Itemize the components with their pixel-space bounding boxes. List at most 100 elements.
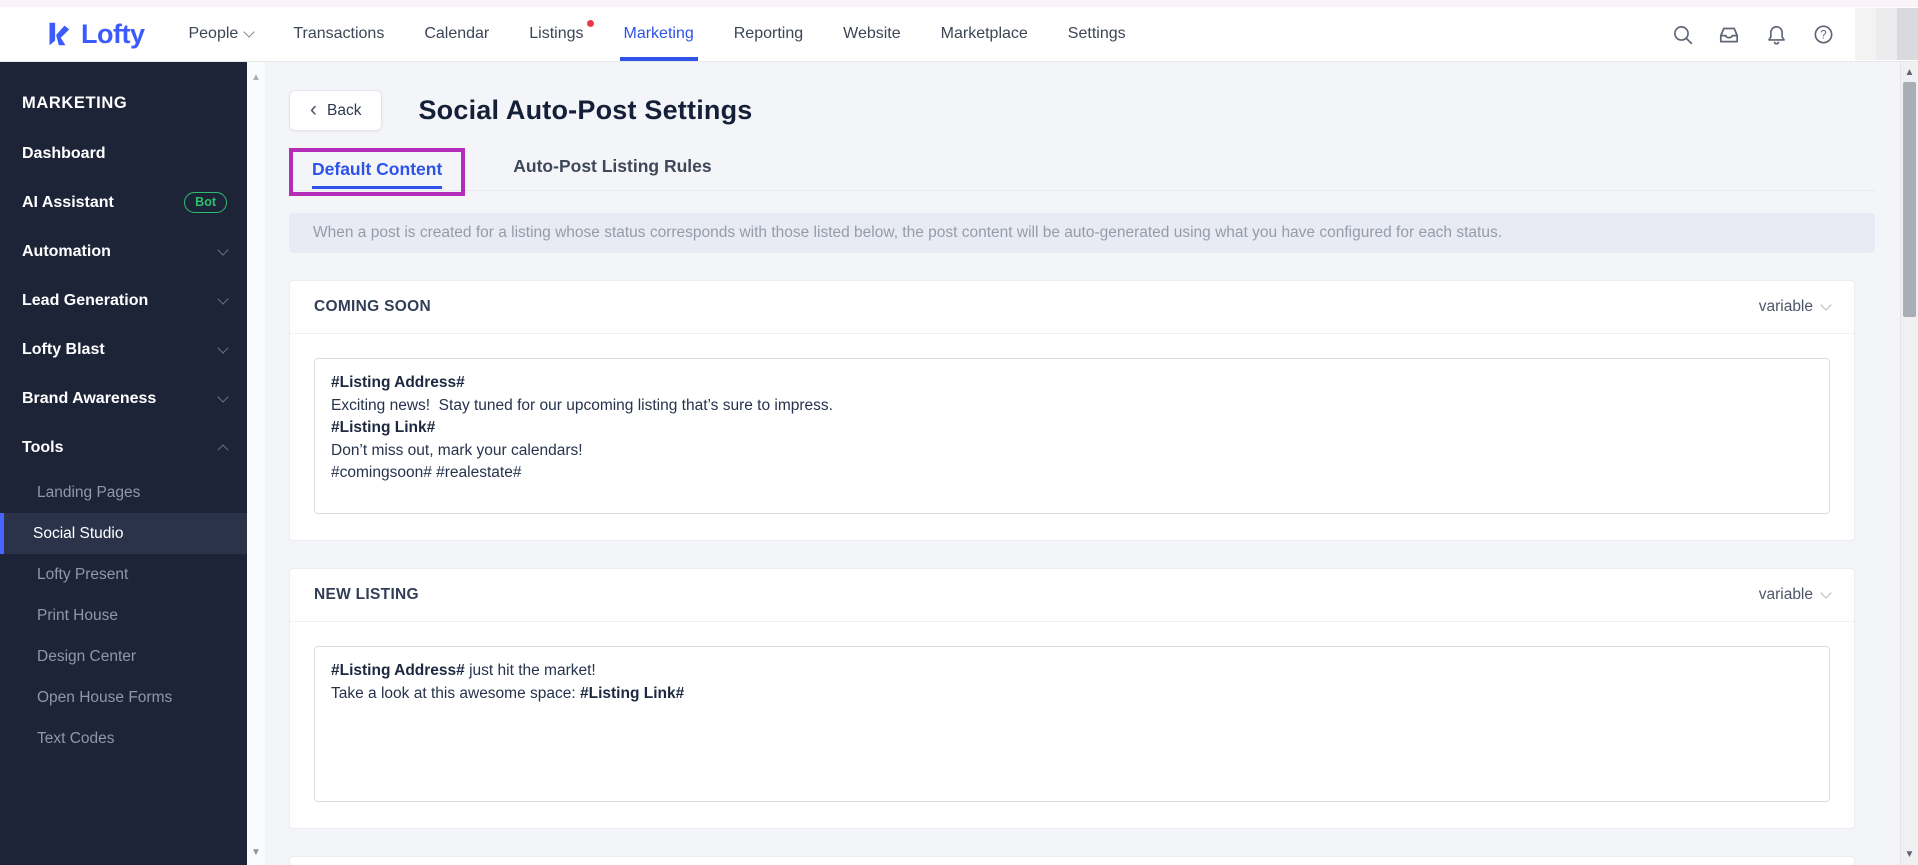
card-header: COMING SOON variable <box>290 281 1854 334</box>
sidebar-subitem-label: Social Studio <box>33 524 124 542</box>
chevron-down-icon <box>217 341 229 354</box>
content-left-scrollbar[interactable]: ▲ ▼ <box>247 62 265 865</box>
sidebar-item-lofty-blast[interactable]: Lofty Blast <box>0 325 247 374</box>
search-icon[interactable] <box>1670 22 1694 46</box>
tabs: Default Content Auto-Post Listing Rules <box>289 143 1875 196</box>
sidebar-item-label: Lofty Blast <box>22 340 105 358</box>
info-banner: When a post is created for a listing who… <box>289 213 1875 253</box>
card-title: NEW LISTING <box>314 586 419 603</box>
sidebar-item-dashboard[interactable]: Dashboard <box>0 129 247 178</box>
nav-label: Marketing <box>623 25 694 42</box>
sidebar-item-tools[interactable]: Tools <box>0 423 247 472</box>
nav-marketing[interactable]: Marketing <box>619 7 699 61</box>
sidebar-item-label: Dashboard <box>22 144 106 162</box>
inbox-icon[interactable] <box>1717 22 1741 46</box>
sidebar-item-lofty-present[interactable]: Lofty Present <box>0 554 247 595</box>
back-button-label: Back <box>327 101 362 119</box>
scrollbar-thumb[interactable] <box>1903 82 1916 317</box>
nav-reporting[interactable]: Reporting <box>734 7 803 61</box>
nav-label: Website <box>843 25 901 42</box>
sidebar-item-automation[interactable]: Automation <box>0 227 247 276</box>
sidebar-item-open-house-forms[interactable]: Open House Forms <box>0 677 247 718</box>
nav-settings[interactable]: Settings <box>1068 7 1126 61</box>
post-content-line: Don’t miss out, mark your calendars! <box>331 440 1813 463</box>
chevron-down-icon <box>217 243 229 256</box>
post-content-textarea[interactable]: #Listing Address# just hit the market! Ta… <box>314 646 1830 802</box>
post-content-line: Take a look at this awesome space: #List… <box>331 683 1813 706</box>
bell-icon[interactable] <box>1764 22 1788 46</box>
sidebar-item-lead-generation[interactable]: Lead Generation <box>0 276 247 325</box>
back-button[interactable]: ‹ Back <box>289 90 383 131</box>
post-content-textarea[interactable]: #Listing Address# Exciting news! Stay tun… <box>314 358 1830 514</box>
nav-transactions[interactable]: Transactions <box>293 7 384 61</box>
scroll-down-icon[interactable]: ▼ <box>1901 846 1918 863</box>
card-title: COMING SOON <box>314 298 431 315</box>
post-content-line: #Listing Address# just hit the market! <box>331 660 1813 683</box>
chevron-down-icon <box>1820 587 1832 599</box>
post-text: #comingsoon# #realestate# <box>331 464 522 481</box>
nav-marketplace[interactable]: Marketplace <box>941 7 1028 61</box>
sidebar-item-label: Brand Awareness <box>22 389 157 407</box>
tab-default-content[interactable]: Default Content <box>312 159 443 189</box>
sidebar-item-brand-awareness[interactable]: Brand Awareness <box>0 374 247 423</box>
notification-dot <box>586 20 594 27</box>
lofty-logo-icon <box>49 22 70 46</box>
sidebar-item-label: Tools <box>22 438 64 456</box>
sidebar-item-label: AI Assistant <box>22 193 114 211</box>
card-body: #Listing Address# just hit the market! Ta… <box>290 622 1854 828</box>
sidebar-subitem-label: Print House <box>37 606 118 624</box>
card-coming-soon: COMING SOON variable #Listing Address# Exci… <box>289 280 1855 541</box>
merge-variable: #Listing Link# <box>331 419 436 436</box>
merge-variable: #Listing Link# <box>580 684 685 702</box>
sidebar-item-design-center[interactable]: Design Center <box>0 636 247 677</box>
post-content-line: Exciting news! Stay tuned for our upcomi… <box>331 395 1813 418</box>
variable-dropdown-label: variable <box>1758 298 1813 315</box>
post-text: Exciting news! Stay tuned for our upcomi… <box>331 396 833 414</box>
sidebar-items: Dashboard AI Assistant Bot Automation Lead G… <box>0 129 247 759</box>
page-scrollbar[interactable]: ▲ ▼ <box>1900 62 1918 865</box>
sidebar: MARKETING Dashboard AI Assistant Bot Automa… <box>0 62 247 865</box>
help-icon[interactable]: ? <box>1811 22 1835 46</box>
variable-dropdown[interactable]: variable <box>1758 298 1832 316</box>
chevron-down-icon <box>1820 299 1832 311</box>
sidebar-item-social-studio[interactable]: Social Studio <box>0 513 247 554</box>
top-edge-strip <box>0 0 1918 7</box>
sidebar-item-ai-assistant[interactable]: AI Assistant Bot <box>0 178 247 227</box>
lofty-logo[interactable]: Lofty <box>42 7 145 61</box>
chevron-down-icon <box>217 390 229 403</box>
nav-label: Settings <box>1067 25 1126 42</box>
variable-dropdown[interactable]: variable <box>1759 586 1832 604</box>
nav-label: Listings <box>529 25 584 42</box>
post-content-line: #comingsoon# #realestate# <box>331 462 1813 485</box>
sidebar-subitem-label: Design Center <box>37 647 137 665</box>
sidebar-item-print-house[interactable]: Print House <box>0 595 247 636</box>
nav-people[interactable]: People <box>188 7 255 61</box>
post-text: Don’t miss out, mark your calendars! <box>331 441 583 459</box>
sidebar-item-label: Automation <box>22 242 111 260</box>
merge-variable: #Listing Address# <box>331 374 465 391</box>
sidebar-item-text-codes[interactable]: Text Codes <box>0 718 247 759</box>
nav-label: Reporting <box>733 25 804 42</box>
nav-label: People <box>188 25 239 42</box>
scroll-up-icon[interactable]: ▲ <box>1901 64 1918 81</box>
post-content-line: #Listing Link# <box>331 417 1813 440</box>
chevron-down-icon <box>243 26 255 38</box>
bot-badge: Bot <box>184 192 227 213</box>
svg-text:?: ? <box>1820 29 1826 41</box>
post-content-line: #Listing Address# <box>331 372 1813 395</box>
main-nav: People Transactions Calendar Listings Market… <box>188 7 1126 61</box>
card-header: NEW LISTING variable <box>290 569 1854 622</box>
sidebar-item-landing-pages[interactable]: Landing Pages <box>0 472 247 513</box>
merge-variable: #Listing Address# <box>331 662 465 679</box>
scroll-down-icon[interactable]: ▼ <box>247 845 265 861</box>
nav-listings[interactable]: Listings <box>529 7 594 61</box>
post-text: Take a look at this awesome space: <box>331 684 580 702</box>
card-new-listing: NEW LISTING variable #Listing Address# jus… <box>289 568 1855 829</box>
scroll-up-icon[interactable]: ▲ <box>247 70 265 86</box>
browser-artifact-blocks <box>1855 8 1918 60</box>
tab-auto-post-listing-rules[interactable]: Auto-Post Listing Rules <box>513 156 711 177</box>
nav-website[interactable]: Website <box>843 7 901 61</box>
nav-calendar[interactable]: Calendar <box>424 7 489 61</box>
sidebar-section-title: MARKETING <box>22 94 128 112</box>
annotation-highlight-box: Default Content <box>289 147 466 196</box>
